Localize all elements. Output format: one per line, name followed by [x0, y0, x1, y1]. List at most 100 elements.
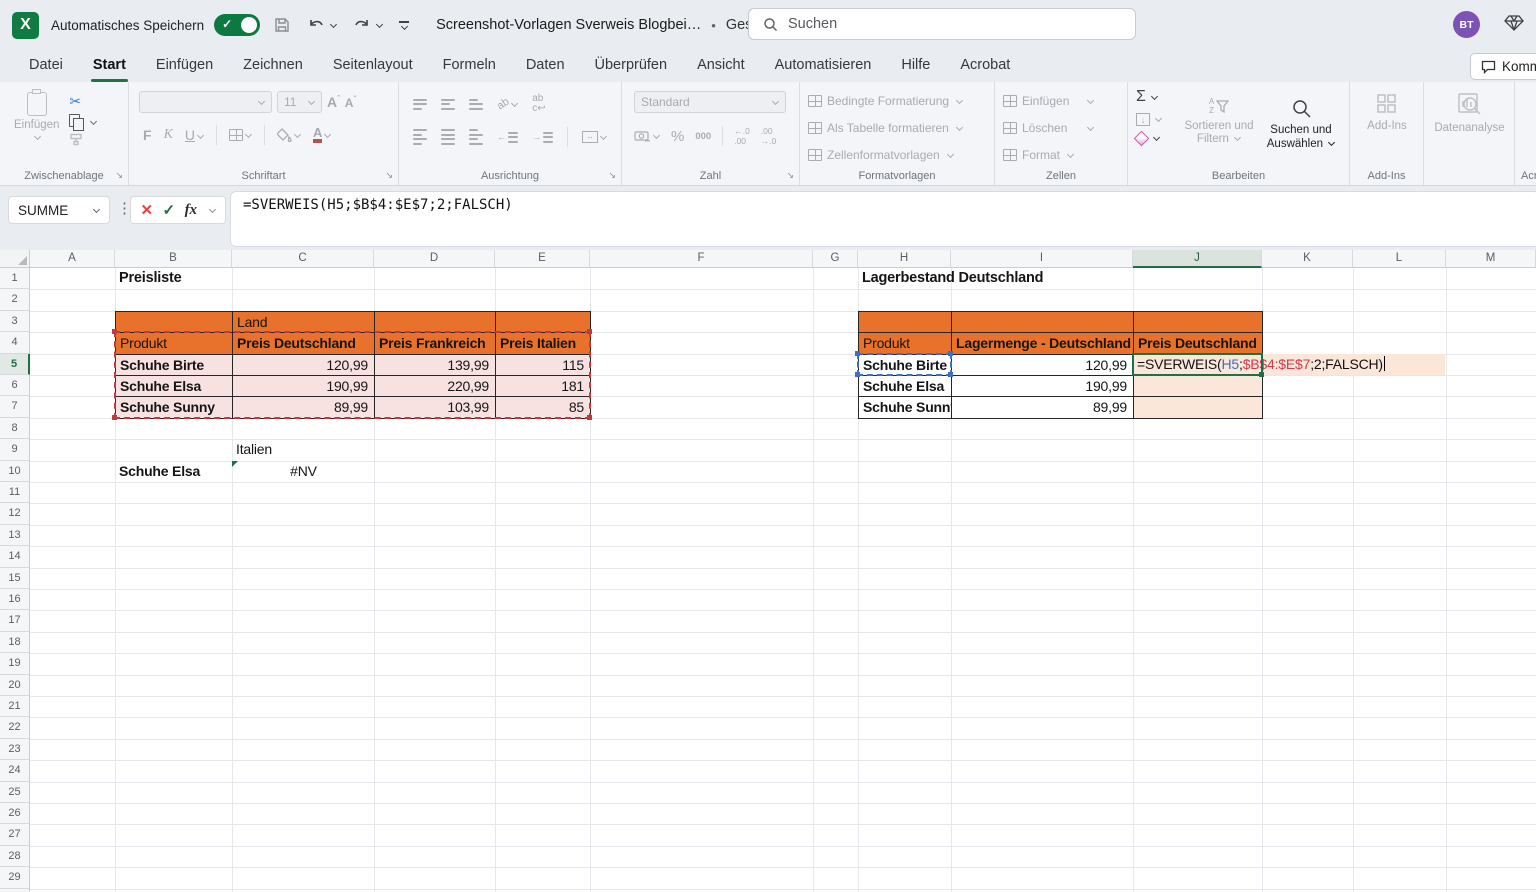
tab-automatisieren[interactable]: Automatisieren — [760, 50, 887, 82]
borders-button[interactable] — [229, 129, 252, 141]
cell-B7[interactable]: Schuhe Sunny — [115, 396, 233, 418]
addins-button[interactable]: Add-Ins — [1350, 82, 1424, 134]
row-header-4[interactable]: 4 — [0, 332, 30, 353]
enter-icon[interactable]: ✓ — [163, 201, 176, 219]
fill-button[interactable]: ↓ — [1136, 113, 1178, 126]
row-header-20[interactable]: 20 — [0, 675, 30, 696]
cell-C10[interactable]: #NV — [232, 461, 375, 483]
row-header-2[interactable]: 2 — [0, 289, 30, 310]
cancel-icon[interactable]: ✕ — [140, 201, 153, 219]
row-header-14[interactable]: 14 — [0, 546, 30, 567]
cell-E4[interactable]: Preis Italien — [495, 332, 591, 354]
orientation-icon[interactable]: ab — [497, 98, 518, 110]
align-right-icon[interactable] — [469, 129, 483, 145]
cell-H5[interactable]: Schuhe Birte — [858, 354, 952, 376]
cell-I6[interactable]: 190,99 — [951, 375, 1134, 397]
cell-C9[interactable]: Italien — [232, 439, 276, 461]
align-center-icon[interactable] — [441, 129, 455, 145]
row-header-16[interactable]: 16 — [0, 589, 30, 610]
cell-I4[interactable]: Lagermenge - Deutschland — [951, 332, 1134, 354]
decrease-indent-icon[interactable]: ← — [497, 132, 518, 143]
decrease-decimal-icon[interactable]: .00→.0 — [761, 126, 777, 146]
cell-C3[interactable]: Land — [232, 311, 375, 333]
cell-D7[interactable]: 103,99 — [374, 396, 496, 418]
fill-color-button[interactable] — [277, 128, 301, 142]
row-header-5[interactable]: 5 — [0, 354, 30, 375]
decrease-font-icon[interactable]: Aˇ — [345, 95, 356, 110]
row-header-28[interactable]: 28 — [0, 846, 30, 867]
cell-B6[interactable]: Schuhe Elsa — [115, 375, 233, 397]
format-cells-button[interactable]: Format — [995, 144, 1127, 166]
tab-ansicht[interactable]: Ansicht — [682, 50, 760, 82]
cell-styles-button[interactable]: Zellenformatvorlagen — [800, 144, 994, 166]
column-header-J[interactable]: J — [1133, 250, 1262, 268]
cell-B5[interactable]: Schuhe Birte — [115, 354, 233, 376]
undo-button[interactable] — [304, 15, 340, 35]
tab-hilfe[interactable]: Hilfe — [886, 50, 945, 82]
wrap-text-icon[interactable]: abc↩ — [532, 94, 545, 114]
cell-E6[interactable]: 181 — [495, 375, 591, 397]
row-header-10[interactable]: 10 — [0, 461, 30, 482]
customize-quick-access-icon[interactable] — [396, 19, 412, 31]
row-header-30[interactable]: 30 — [0, 889, 30, 892]
cell-E5[interactable]: 115 — [495, 354, 591, 376]
row-header-19[interactable]: 19 — [0, 653, 30, 674]
format-painter-icon[interactable] — [69, 133, 83, 146]
avatar[interactable]: BT — [1453, 11, 1480, 38]
cell-B3[interactable] — [115, 311, 233, 333]
insert-cells-button[interactable]: Einfügen — [995, 90, 1127, 112]
italic-button[interactable]: K — [164, 127, 173, 143]
row-header-17[interactable]: 17 — [0, 610, 30, 631]
column-header-H[interactable]: H — [858, 250, 951, 268]
cell-I3[interactable] — [951, 311, 1134, 333]
tab-überprüfen[interactable]: Überprüfen — [580, 50, 683, 82]
column-header-I[interactable]: I — [951, 250, 1133, 268]
cell-B4[interactable]: Produkt — [115, 332, 233, 354]
clear-button[interactable] — [1136, 133, 1178, 144]
excel-logo-icon[interactable]: X — [12, 12, 39, 39]
cell-D6[interactable]: 220,99 — [374, 375, 496, 397]
row-header-21[interactable]: 21 — [0, 696, 30, 717]
cell-I7[interactable]: 89,99 — [951, 396, 1134, 418]
row-header-9[interactable]: 9 — [0, 439, 30, 460]
cell-D3[interactable] — [374, 311, 496, 333]
cell-C5[interactable]: 120,99 — [232, 354, 375, 376]
row-header-3[interactable]: 3 — [0, 311, 30, 332]
row-header-27[interactable]: 27 — [0, 824, 30, 845]
row-header-1[interactable]: 1 — [0, 268, 30, 289]
increase-indent-icon[interactable]: → — [532, 132, 553, 143]
cell-H7[interactable]: Schuhe Sunny — [858, 396, 952, 418]
tab-seitenlayout[interactable]: Seitenlayout — [318, 50, 428, 82]
cell-E3[interactable] — [495, 311, 591, 333]
row-header-7[interactable]: 7 — [0, 396, 30, 417]
column-header-A[interactable]: A — [30, 250, 115, 268]
align-bottom-icon[interactable] — [469, 99, 483, 110]
row-header-29[interactable]: 29 — [0, 867, 30, 888]
column-header-K[interactable]: K — [1262, 250, 1353, 268]
column-header-D[interactable]: D — [374, 250, 495, 268]
increase-decimal-icon[interactable]: ←.0.00 — [734, 126, 750, 146]
row-header-22[interactable]: 22 — [0, 717, 30, 738]
row-header-11[interactable]: 11 — [0, 482, 30, 503]
cell-I5[interactable]: 120,99 — [951, 354, 1134, 376]
formula-edit-cell[interactable]: =SVERWEIS(H5;$B$4:$E$7;2;FALSCH) — [1133, 354, 1445, 375]
row-header-15[interactable]: 15 — [0, 568, 30, 589]
paste-button[interactable]: Einfügen — [14, 92, 59, 146]
merge-center-icon[interactable]: ↔ — [582, 131, 607, 143]
row-header-12[interactable]: 12 — [0, 503, 30, 524]
font-color-button[interactable]: A — [313, 127, 331, 143]
autosave-toggle[interactable]: ✓ — [214, 14, 260, 36]
row-header-24[interactable]: 24 — [0, 760, 30, 781]
accounting-format-icon[interactable] — [634, 130, 660, 143]
conditional-formatting-button[interactable]: Bedingte Formatierung — [800, 90, 994, 112]
column-header-B[interactable]: B — [115, 250, 232, 268]
cell-D4[interactable]: Preis Frankreich — [374, 332, 496, 354]
cell-H1[interactable]: Lagerbestand Deutschland — [858, 268, 1047, 290]
premium-gem-icon[interactable] — [1504, 14, 1524, 32]
column-header-M[interactable]: M — [1446, 250, 1536, 268]
formula-bar-expand-icon[interactable] — [208, 205, 215, 212]
percent-icon[interactable]: % — [671, 128, 684, 145]
font-size-select[interactable]: 11 — [277, 91, 322, 113]
document-title[interactable]: Screenshot-Vorlagen Sverweis Blogbei… — [436, 17, 701, 33]
bold-button[interactable]: F — [143, 127, 152, 143]
